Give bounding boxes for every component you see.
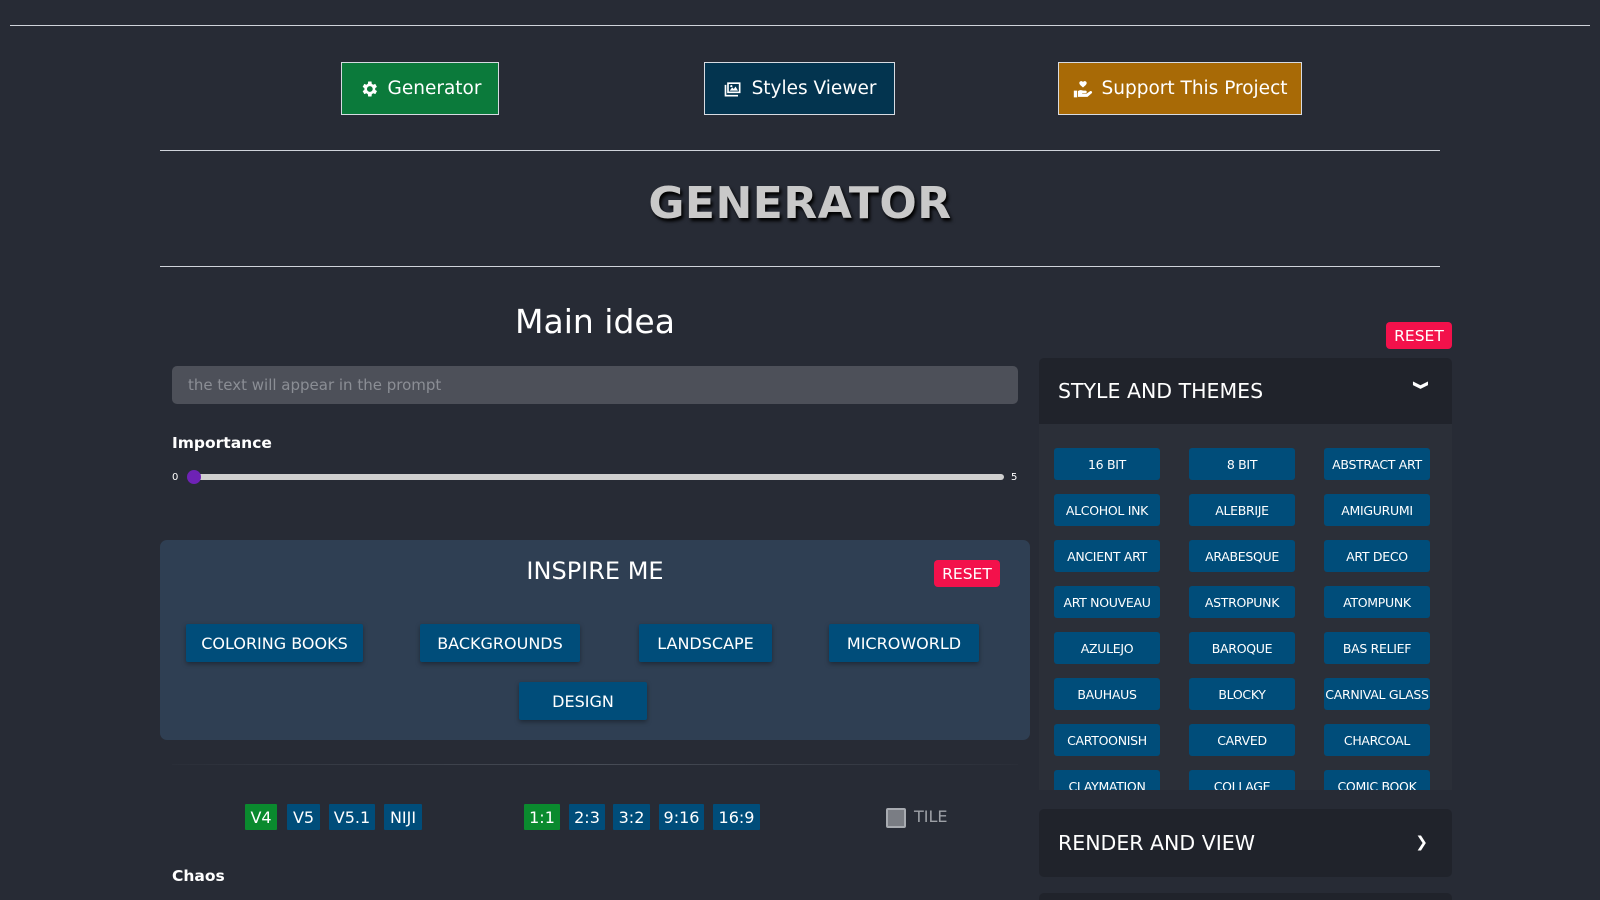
- style-option-button[interactable]: BLOCKY: [1189, 678, 1295, 710]
- render-and-view-title: RENDER AND VIEW: [1058, 831, 1255, 855]
- style-option-button[interactable]: ART DECO: [1324, 540, 1430, 572]
- render-and-view-header[interactable]: RENDER AND VIEW ❯: [1039, 809, 1452, 877]
- importance-min-label: 0: [172, 472, 179, 483]
- inspire-chip-coloring-books[interactable]: COLORING BOOKS: [186, 624, 363, 662]
- tile-checkbox[interactable]: [886, 808, 906, 828]
- inspire-me-title: INSPIRE ME: [526, 557, 664, 585]
- generator-nav-button[interactable]: Generator: [341, 62, 499, 115]
- style-option-button[interactable]: ALCOHOL INK: [1054, 494, 1160, 526]
- tile-label: TILE: [914, 807, 948, 826]
- style-option-button[interactable]: 16 BIT: [1054, 448, 1160, 480]
- style-option-button[interactable]: CARTOONISH: [1054, 724, 1160, 756]
- gear-icon: [362, 81, 377, 96]
- sidebar-reset-button[interactable]: RESET: [1386, 322, 1452, 349]
- style-option-button[interactable]: COMIC BOOK: [1324, 770, 1430, 790]
- style-option-button[interactable]: CLAYMATION: [1054, 770, 1160, 790]
- style-option-button[interactable]: BAUHAUS: [1054, 678, 1160, 710]
- aspect-option-2-3[interactable]: 2:3: [569, 804, 605, 830]
- styles-viewer-nav-label: Styles Viewer: [751, 78, 877, 99]
- style-option-button[interactable]: ANCIENT ART: [1054, 540, 1160, 572]
- generator-nav-label: Generator: [387, 78, 482, 99]
- top-divider: [10, 25, 1590, 26]
- chevron-down-icon: ❱: [1412, 378, 1431, 392]
- style-option-button[interactable]: ABSTRACT ART: [1324, 448, 1430, 480]
- version-option-v5-1[interactable]: V5.1: [329, 804, 375, 830]
- hand-holding-heart-icon: [1073, 80, 1092, 97]
- version-option-v5[interactable]: V5: [287, 804, 320, 830]
- header-divider-bottom: [160, 266, 1440, 267]
- style-option-button[interactable]: ART NOUVEAU: [1054, 586, 1160, 618]
- aspect-option-9-16[interactable]: 9:16: [659, 804, 704, 830]
- style-option-button[interactable]: BAS RELIEF: [1324, 632, 1430, 664]
- style-option-button[interactable]: 8 BIT: [1189, 448, 1295, 480]
- inspire-chip-landscape[interactable]: LANDSCAPE: [639, 624, 772, 662]
- main-idea-input[interactable]: [172, 366, 1018, 404]
- style-option-button[interactable]: CARNIVAL GLASS: [1324, 678, 1430, 710]
- style-option-button[interactable]: CARVED: [1189, 724, 1295, 756]
- importance-slider-track[interactable]: [188, 474, 1004, 480]
- importance-max-label: 5: [1011, 472, 1018, 483]
- version-option-v4[interactable]: V4: [245, 804, 277, 830]
- inspire-reset-button[interactable]: RESET: [934, 560, 1000, 587]
- style-option-button[interactable]: ASTROPUNK: [1189, 586, 1295, 618]
- header-divider-top: [160, 150, 1440, 151]
- style-option-button[interactable]: CHARCOAL: [1324, 724, 1430, 756]
- style-option-button[interactable]: ATOMPUNK: [1324, 586, 1430, 618]
- options-divider: [172, 764, 1018, 765]
- style-option-button[interactable]: BAROQUE: [1189, 632, 1295, 664]
- chaos-label: Chaos: [172, 867, 225, 885]
- version-option-niji[interactable]: NIJI: [384, 804, 422, 830]
- main-idea-heading: Main idea: [515, 302, 675, 341]
- style-option-button[interactable]: AZULEJO: [1054, 632, 1160, 664]
- style-and-themes-header[interactable]: STYLE AND THEMES ❱: [1039, 358, 1452, 424]
- importance-slider-thumb[interactable]: [187, 470, 201, 484]
- inspire-chip-backgrounds[interactable]: BACKGROUNDS: [420, 624, 580, 662]
- support-project-nav-button[interactable]: Support This Project: [1058, 62, 1302, 115]
- style-option-button[interactable]: ARABESQUE: [1189, 540, 1295, 572]
- support-project-nav-label: Support This Project: [1101, 78, 1288, 99]
- style-and-themes-title: STYLE AND THEMES: [1058, 379, 1264, 403]
- inspire-chip-microworld[interactable]: MICROWORLD: [829, 624, 979, 662]
- inspire-chip-design[interactable]: DESIGN: [519, 682, 647, 720]
- style-option-button[interactable]: AMIGURUMI: [1324, 494, 1430, 526]
- style-option-button[interactable]: ALEBRIJE: [1189, 494, 1295, 526]
- style-option-button[interactable]: COLLAGE: [1189, 770, 1295, 790]
- images-icon: [724, 81, 741, 96]
- aspect-option-16-9[interactable]: 16:9: [713, 804, 760, 830]
- importance-label: Importance: [172, 434, 272, 452]
- aspect-option-3-2[interactable]: 3:2: [613, 804, 650, 830]
- page-title: GENERATOR: [648, 178, 952, 229]
- chevron-right-icon: ❯: [1415, 833, 1428, 851]
- aspect-option-1-1[interactable]: 1:1: [524, 804, 560, 830]
- style-and-themes-list[interactable]: 16 BIT 8 BIT ABSTRACT ART ALCOHOL INK ALEBRI…: [1039, 424, 1452, 790]
- inspire-me-panel: INSPIRE ME RESET COLORING BOOKS BACKGROU…: [160, 540, 1030, 740]
- next-accordion-header[interactable]: [1039, 893, 1452, 900]
- styles-viewer-nav-button[interactable]: Styles Viewer: [704, 62, 895, 115]
